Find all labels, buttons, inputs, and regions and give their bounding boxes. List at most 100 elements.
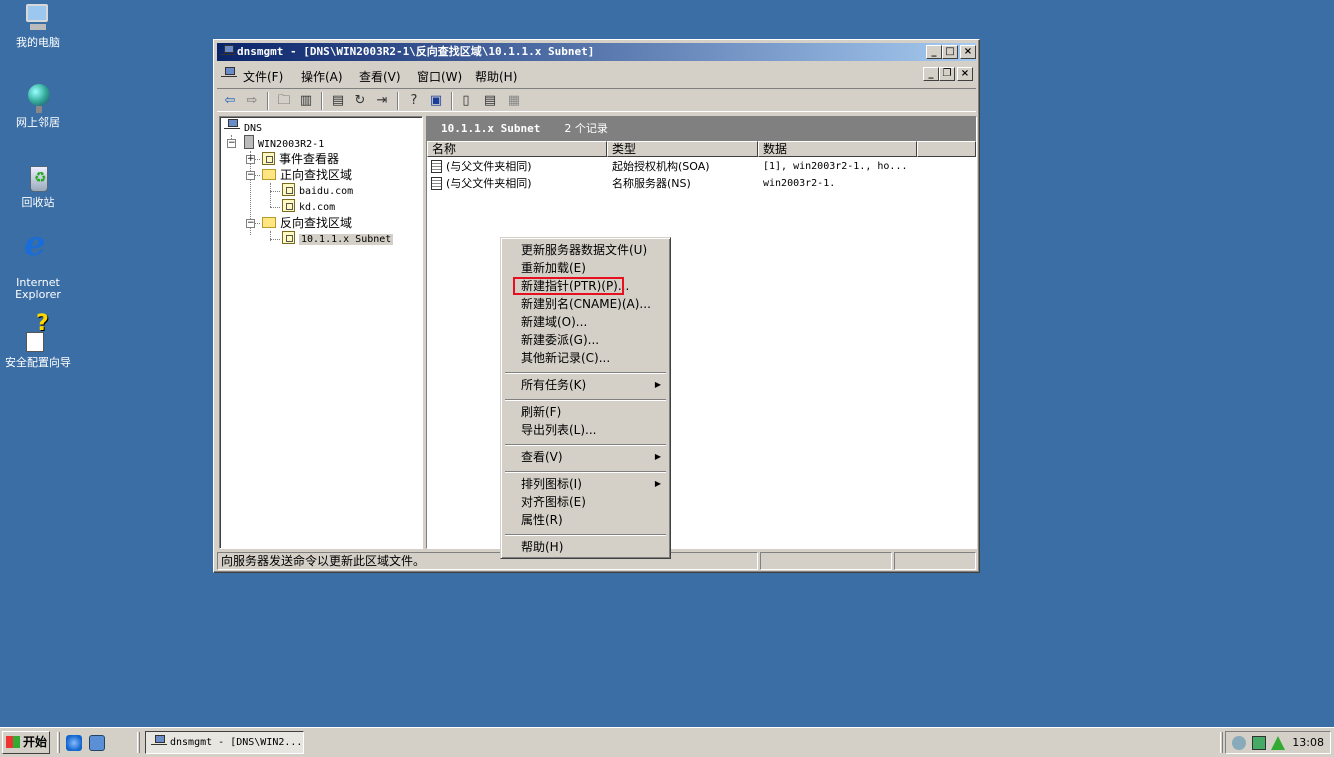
desktop-icon-my-computer[interactable]: 我的电脑 bbox=[0, 2, 76, 49]
tree-node-zone-subnet[interactable]: 10.1.1.x Subnet bbox=[282, 231, 394, 247]
tree-collapse-toggle[interactable]: − bbox=[246, 219, 255, 228]
properties-icon[interactable]: ▤ bbox=[329, 92, 347, 109]
menu-item-reload[interactable]: 重新加载(E) bbox=[504, 259, 667, 277]
menu-item-new-domain[interactable]: 新建域(O)... bbox=[504, 313, 667, 331]
desktop-icon-security-wizard[interactable]: ? 安全配置向导 bbox=[0, 313, 76, 369]
desktop-icon-recycle-bin[interactable]: ♻ 回收站 bbox=[0, 162, 76, 209]
submenu-arrow-icon: ▶ bbox=[654, 380, 661, 389]
delete-icon[interactable]: ▦ bbox=[505, 92, 523, 109]
close-button[interactable]: × bbox=[960, 45, 976, 59]
menu-view[interactable]: 查看(V) bbox=[359, 68, 401, 85]
up-icon[interactable]: 🗀 bbox=[275, 92, 293, 109]
tree-node-server[interactable]: WIN2003R2-1 bbox=[244, 135, 324, 151]
column-header-extra[interactable] bbox=[917, 141, 976, 157]
desktop-quicklaunch-icon[interactable] bbox=[89, 735, 105, 751]
tray-network-icon[interactable] bbox=[1232, 736, 1246, 750]
menu-item-properties[interactable]: 属性(R) bbox=[504, 511, 667, 529]
column-header-name[interactable]: 名称 bbox=[427, 141, 607, 157]
column-headers: 名称 类型 数据 bbox=[427, 141, 976, 157]
submenu-arrow-icon: ▶ bbox=[654, 452, 661, 461]
menu-item-view[interactable]: 查看(V) ▶ bbox=[504, 448, 667, 466]
tree-expand-toggle[interactable]: + bbox=[246, 155, 255, 164]
menu-item-new-alias[interactable]: 新建别名(CNAME)(A)... bbox=[504, 295, 667, 313]
record-icon bbox=[431, 160, 442, 173]
tree-node-zone-kd[interactable]: kd.com bbox=[282, 199, 335, 215]
menu-bar: 文件(F) 操作(A) 查看(V) 窗口(W) 帮助(H) _ ❐ × bbox=[217, 64, 976, 86]
start-button[interactable]: 开始 bbox=[2, 731, 50, 754]
folder-icon bbox=[262, 217, 276, 228]
internet-explorer-icon: e bbox=[24, 224, 46, 264]
taskbar-button-dnsmgmt[interactable]: dnsmgmt - [DNS\WIN2... bbox=[145, 731, 304, 754]
tree-node-reverse-zones[interactable]: 反向查找区域 bbox=[262, 215, 352, 231]
folder-icon bbox=[262, 169, 276, 180]
maximize-button[interactable]: □ bbox=[942, 45, 958, 59]
menu-item-help[interactable]: 帮助(H) bbox=[504, 538, 667, 556]
tree-node-forward-zones[interactable]: 正向查找区域 bbox=[262, 167, 352, 183]
tree-node-event-viewer[interactable]: 事件查看器 bbox=[262, 151, 339, 167]
tray-vm-icon[interactable] bbox=[1252, 736, 1266, 750]
column-header-type[interactable]: 类型 bbox=[607, 141, 758, 157]
desktop-icon-label: 回收站 bbox=[21, 196, 55, 209]
taskbar-grip bbox=[137, 732, 140, 753]
taskbar: 开始 dnsmgmt - [DNS\WIN2... 13:08 bbox=[0, 727, 1334, 757]
new-record-icon[interactable]: ▤ bbox=[481, 92, 499, 109]
mmc-icon[interactable]: ▣ bbox=[427, 92, 445, 109]
tree-label: 反向查找区域 bbox=[280, 216, 353, 230]
tree-label: kd.com bbox=[299, 202, 336, 213]
refresh-icon[interactable]: ↻ bbox=[351, 92, 369, 109]
menu-item-arrange-icons[interactable]: 排列图标(I) ▶ bbox=[504, 475, 667, 493]
child-minimize-button[interactable]: _ bbox=[923, 67, 939, 81]
toolbar-separator bbox=[451, 92, 453, 110]
menu-item-other-records[interactable]: 其他新记录(C)... bbox=[504, 349, 667, 367]
tree-node-dns[interactable]: DNS bbox=[224, 119, 262, 135]
console-menu-icon[interactable] bbox=[221, 67, 237, 83]
menu-item-all-tasks[interactable]: 所有任务(K) ▶ bbox=[504, 376, 667, 394]
desktop-icon-label: Internet Explorer bbox=[15, 276, 61, 301]
menu-item-line-up-icons[interactable]: 对齐图标(E) bbox=[504, 493, 667, 511]
column-header-data[interactable]: 数据 bbox=[758, 141, 917, 157]
menu-item-export-list[interactable]: 导出列表(L)... bbox=[504, 421, 667, 439]
child-close-button[interactable]: × bbox=[957, 67, 973, 81]
table-row[interactable]: (与父文件夹相同) 起始授权机构(SOA) [1], win2003r2-1.,… bbox=[431, 158, 971, 175]
show-hide-tree-icon[interactable]: ▥ bbox=[297, 92, 315, 109]
menu-help[interactable]: 帮助(H) bbox=[475, 68, 517, 85]
back-icon[interactable]: ⇦ bbox=[221, 92, 239, 109]
status-cell-2 bbox=[760, 552, 892, 570]
minimize-button[interactable]: _ bbox=[926, 45, 942, 59]
clock[interactable]: 13:08 bbox=[1292, 732, 1324, 753]
forward-icon[interactable]: ⇨ bbox=[243, 92, 261, 109]
desktop-icon-label: 我的电脑 bbox=[16, 36, 60, 49]
menu-item-update-server-data[interactable]: 更新服务器数据文件(U) bbox=[504, 241, 667, 259]
ie-quicklaunch-icon[interactable] bbox=[66, 735, 82, 751]
help-icon[interactable]: ? bbox=[405, 92, 423, 109]
toolbar: ⇦ ⇨ 🗀 ▥ ▤ ↻ ⇥ ? ▣ ▯ ▤ ▦ bbox=[217, 88, 976, 112]
export-icon[interactable]: ⇥ bbox=[373, 92, 391, 109]
menu-item-refresh[interactable]: 刷新(F) bbox=[504, 403, 667, 421]
window-titlebar[interactable]: dnsmgmt - [DNS\WIN2003R2-1\反向查找区域\10.1.1… bbox=[217, 43, 976, 61]
server-icon bbox=[244, 135, 254, 149]
event-viewer-icon bbox=[262, 152, 275, 165]
menu-file[interactable]: 文件(F) bbox=[243, 68, 283, 85]
toolbar-separator bbox=[397, 92, 399, 110]
system-tray: 13:08 bbox=[1225, 731, 1331, 754]
menu-window[interactable]: 窗口(W) bbox=[417, 68, 462, 85]
desktop-icon-network[interactable]: 网上邻居 bbox=[0, 82, 76, 129]
dns-icon bbox=[224, 119, 240, 133]
tray-update-icon[interactable] bbox=[1271, 736, 1285, 750]
desktop-icon-ie[interactable]: e Internet Explorer bbox=[0, 224, 76, 301]
child-restore-button[interactable]: ❐ bbox=[939, 67, 955, 81]
tree-node-zone-baidu[interactable]: baidu.com bbox=[282, 183, 353, 199]
menu-separator bbox=[505, 399, 666, 401]
update-icon[interactable]: ▯ bbox=[457, 92, 475, 109]
zone-icon bbox=[282, 183, 295, 196]
record-icon bbox=[431, 177, 442, 190]
menu-action[interactable]: 操作(A) bbox=[301, 68, 343, 85]
menu-item-new-delegation[interactable]: 新建委派(G)... bbox=[504, 331, 667, 349]
context-menu: 更新服务器数据文件(U) 重新加载(E) 新建指针(PTR)(P)... 新建别… bbox=[500, 237, 671, 559]
security-wizard-icon: ? bbox=[22, 313, 54, 354]
table-row[interactable]: (与父文件夹相同) 名称服务器(NS) win2003r2-1. bbox=[431, 175, 971, 192]
tree-collapse-toggle[interactable]: − bbox=[227, 139, 236, 148]
tree-label-selected: 10.1.1.x Subnet bbox=[299, 234, 394, 245]
status-text: 向服务器发送命令以更新此区域文件。 bbox=[217, 552, 758, 570]
tree-collapse-toggle[interactable]: − bbox=[246, 171, 255, 180]
